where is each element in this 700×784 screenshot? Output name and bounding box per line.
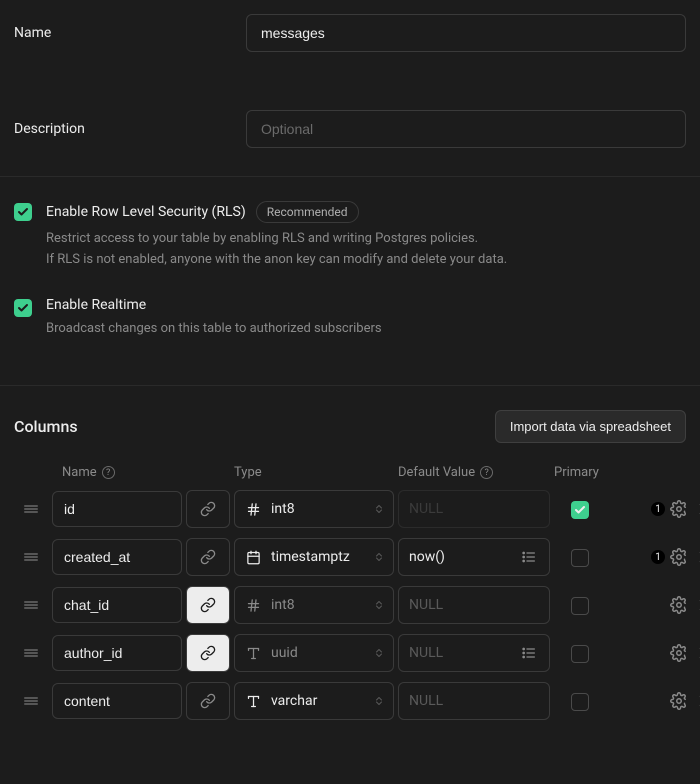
default-value-input[interactable]: NULL [398, 682, 550, 720]
drag-handle-icon[interactable] [14, 692, 48, 710]
column-row: int8 NULL 1 [14, 490, 686, 528]
description-label: Description [14, 121, 246, 137]
expression-button[interactable] [519, 643, 539, 663]
column-name-input[interactable] [52, 635, 182, 671]
col-header-primary: Primary [554, 465, 620, 480]
column-row: int8 NULL [14, 586, 686, 624]
default-value-text: NULL [409, 693, 539, 709]
default-value-input: NULL [398, 490, 550, 528]
default-value-text: NULL [409, 645, 519, 661]
default-value-text: NULL [409, 597, 539, 613]
settings-count-badge: 1 [651, 550, 665, 564]
chevron-updown-icon [373, 551, 385, 563]
foreign-key-button[interactable] [186, 682, 230, 720]
primary-checkbox[interactable] [571, 645, 589, 663]
settings-button[interactable] [670, 596, 688, 614]
column-type-label: timestamptz [271, 549, 350, 565]
realtime-title: Enable Realtime [46, 297, 146, 313]
name-label: Name [14, 25, 246, 41]
rls-checkbox[interactable] [14, 203, 32, 221]
col-header-default: Default Value ? [398, 465, 550, 480]
col-header-type: Type [234, 465, 394, 480]
column-type-select[interactable]: varchar [234, 682, 394, 720]
primary-checkbox[interactable] [571, 597, 589, 615]
default-value-text: NULL [409, 501, 539, 517]
realtime-desc: Broadcast changes on this table to autho… [46, 319, 686, 340]
column-name-input[interactable] [52, 683, 182, 719]
col-header-name: Name ? [52, 465, 182, 480]
drag-handle-icon[interactable] [14, 596, 48, 614]
column-row: timestamptz now() 1 [14, 538, 686, 576]
expression-button[interactable] [519, 547, 539, 567]
drag-handle-icon[interactable] [14, 644, 48, 662]
delete-column-button[interactable] [696, 692, 700, 710]
column-type-select[interactable]: uuid [234, 634, 394, 672]
rls-title: Enable Row Level Security (RLS) [46, 204, 246, 220]
divider [0, 176, 700, 177]
column-type-label: uuid [271, 645, 298, 661]
delete-column-button[interactable] [696, 548, 700, 566]
column-name-input[interactable] [52, 587, 182, 623]
delete-column-button[interactable] [696, 500, 700, 518]
default-value-input[interactable]: now() [398, 538, 550, 576]
chevron-updown-icon [373, 647, 385, 659]
column-row: uuid NULL [14, 634, 686, 672]
help-icon[interactable]: ? [102, 466, 115, 479]
hash-icon [245, 598, 261, 613]
chevron-updown-icon [373, 503, 385, 515]
text-icon [245, 646, 261, 661]
settings-button[interactable] [670, 548, 688, 566]
recommended-badge: Recommended [256, 201, 359, 223]
settings-button[interactable] [670, 692, 688, 710]
primary-checkbox[interactable] [571, 501, 589, 519]
columns-title: Columns [14, 417, 78, 436]
help-icon[interactable]: ? [480, 466, 493, 479]
drag-handle-icon[interactable] [14, 500, 48, 518]
chevron-updown-icon [373, 599, 385, 611]
column-type-label: int8 [271, 597, 295, 613]
default-value-text: now() [409, 549, 519, 565]
foreign-key-button[interactable] [186, 538, 230, 576]
column-type-select[interactable]: timestamptz [234, 538, 394, 576]
import-spreadsheet-button[interactable]: Import data via spreadsheet [495, 410, 686, 443]
column-row: varchar NULL [14, 682, 686, 720]
column-type-select[interactable]: int8 [234, 586, 394, 624]
settings-button[interactable] [670, 500, 688, 518]
description-input[interactable] [246, 110, 686, 148]
realtime-checkbox[interactable] [14, 299, 32, 317]
foreign-key-button[interactable] [186, 634, 230, 672]
settings-count-badge: 1 [651, 502, 665, 516]
column-type-label: varchar [271, 693, 317, 709]
column-type-label: int8 [271, 501, 295, 517]
column-name-input[interactable] [52, 491, 182, 527]
delete-column-button[interactable] [696, 644, 700, 662]
chevron-updown-icon [373, 695, 385, 707]
hash-icon [245, 502, 261, 517]
primary-checkbox[interactable] [571, 549, 589, 567]
drag-handle-icon[interactable] [14, 548, 48, 566]
column-name-input[interactable] [52, 539, 182, 575]
rls-desc: Restrict access to your table by enablin… [46, 229, 686, 271]
delete-column-button[interactable] [696, 596, 700, 614]
calendar-icon [245, 550, 261, 565]
settings-button[interactable] [670, 644, 688, 662]
foreign-key-button[interactable] [186, 490, 230, 528]
divider [0, 385, 700, 386]
primary-checkbox[interactable] [571, 693, 589, 711]
name-input[interactable] [246, 14, 686, 52]
text-icon [245, 694, 261, 709]
column-type-select[interactable]: int8 [234, 490, 394, 528]
default-value-input[interactable]: NULL [398, 586, 550, 624]
foreign-key-button[interactable] [186, 586, 230, 624]
default-value-input[interactable]: NULL [398, 634, 550, 672]
